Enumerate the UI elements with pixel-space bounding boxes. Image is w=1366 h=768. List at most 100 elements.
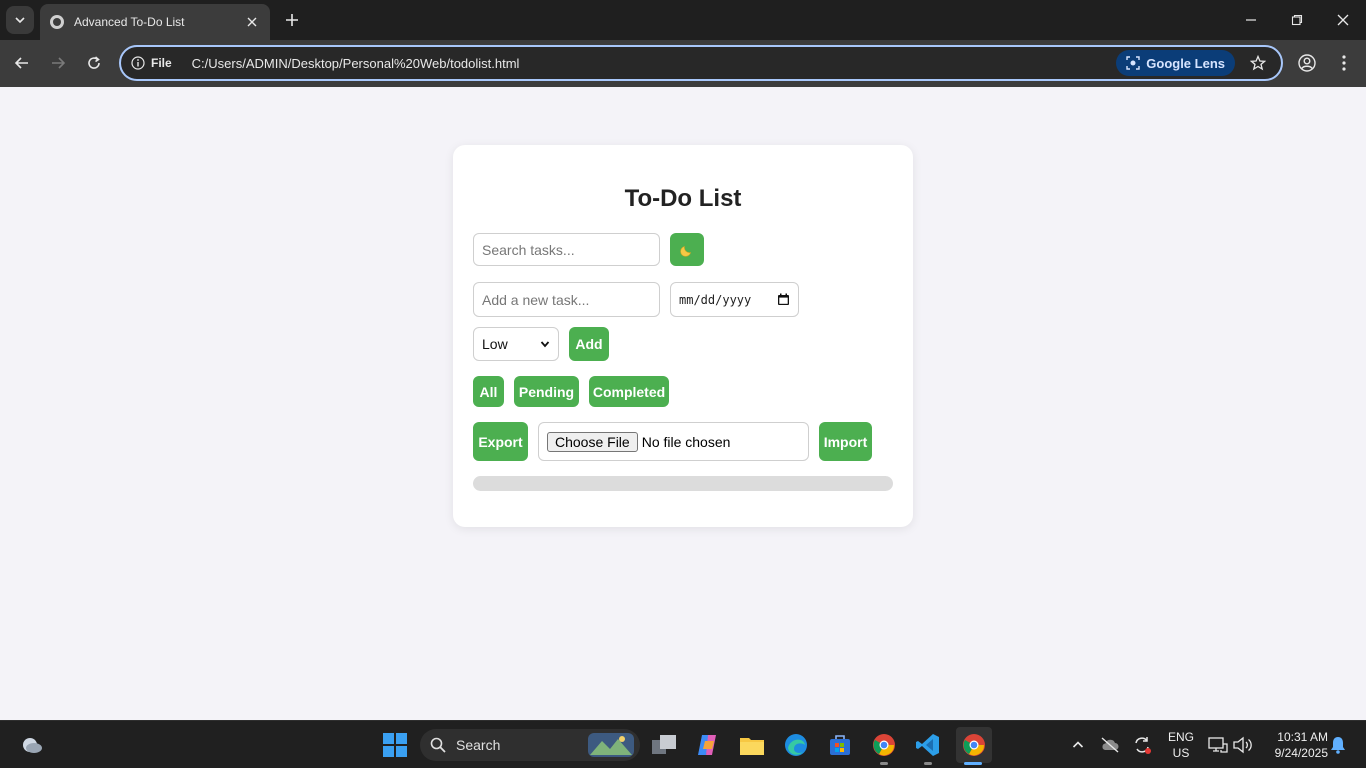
minimize-button[interactable] xyxy=(1228,0,1274,40)
add-task-button[interactable]: Add xyxy=(569,327,609,361)
minimize-icon xyxy=(1246,19,1256,21)
task-view-icon xyxy=(652,735,676,754)
store-icon xyxy=(830,735,850,755)
restore-button[interactable] xyxy=(1274,0,1320,40)
clock-date: 9/24/2025 xyxy=(1274,746,1328,760)
clock-time: 10:31 AM xyxy=(1277,730,1328,744)
volume-button[interactable] xyxy=(1230,729,1254,761)
lang-primary: ENG xyxy=(1167,730,1194,744)
window-close-button[interactable] xyxy=(1320,0,1366,40)
weather-icon xyxy=(23,738,42,753)
search-highlight-icon xyxy=(588,733,634,757)
reload-icon xyxy=(88,56,100,69)
close-icon xyxy=(1337,14,1349,26)
vscode-icon xyxy=(916,734,939,756)
page-title: To-Do List xyxy=(624,185,742,212)
choose-file-button[interactable]: Choose File xyxy=(547,431,638,452)
file-status: No file chosen xyxy=(641,433,731,450)
bookmark-button[interactable] xyxy=(1245,50,1271,76)
arrow-left-icon xyxy=(14,57,28,69)
copilot-icon xyxy=(698,735,716,755)
back-button[interactable] xyxy=(7,48,37,78)
show-hidden-icons-button[interactable] xyxy=(1066,729,1090,761)
google-lens-button[interactable]: Google Lens xyxy=(1116,50,1235,76)
input-language[interactable]: ENG US xyxy=(1162,729,1200,761)
bell-icon xyxy=(1331,737,1345,754)
browser-menu-button[interactable] xyxy=(1329,48,1359,78)
chevron-down-icon xyxy=(540,341,550,348)
tab-search-button[interactable] xyxy=(6,6,34,34)
taskbar-search[interactable]: Search xyxy=(420,729,640,761)
weather-widget[interactable] xyxy=(16,729,48,761)
chevron-down-icon xyxy=(15,17,25,24)
site-chip-label: File xyxy=(151,56,172,70)
chevron-up-icon xyxy=(1072,741,1084,748)
info-icon xyxy=(131,56,145,70)
vscode-button[interactable] xyxy=(912,729,944,761)
close-icon xyxy=(247,17,257,27)
page-viewport: To-Do List mm/dd/yyyy Low Add All Pendin… xyxy=(0,87,1366,720)
arrow-right-icon xyxy=(52,57,66,69)
taskbar-search-label: Search xyxy=(456,737,501,753)
clock[interactable]: 10:31 AM 9/24/2025 xyxy=(1262,729,1328,761)
copilot-button[interactable] xyxy=(692,729,724,761)
due-date-input[interactable]: mm/dd/yyyy xyxy=(670,282,799,317)
filter-all-button[interactable]: All xyxy=(473,376,504,407)
forward-button[interactable] xyxy=(43,48,73,78)
network-button[interactable] xyxy=(1206,729,1230,761)
reload-button[interactable] xyxy=(79,48,109,78)
progress-bar xyxy=(473,476,893,491)
restore-icon xyxy=(1291,14,1303,26)
volume-icon xyxy=(1233,736,1252,754)
store-button[interactable] xyxy=(824,729,856,761)
theme-toggle-button[interactable] xyxy=(670,233,704,266)
start-button[interactable] xyxy=(379,729,411,761)
edge-button[interactable] xyxy=(780,729,812,761)
profile-icon xyxy=(1298,54,1316,72)
browser-toolbar: File C:/Users/ADMIN/Desktop/Personal%20W… xyxy=(0,40,1366,87)
search-field[interactable] xyxy=(473,233,660,266)
more-vertical-icon xyxy=(1342,55,1346,71)
onedrive-button[interactable] xyxy=(1098,729,1122,761)
edge-icon xyxy=(785,734,807,756)
search-icon xyxy=(430,737,446,753)
running-indicator xyxy=(924,762,932,765)
sync-button[interactable] xyxy=(1130,729,1154,761)
network-icon xyxy=(1208,737,1228,753)
priority-selected: Low xyxy=(482,336,508,352)
moon-icon xyxy=(680,245,691,257)
filter-completed-button[interactable]: Completed xyxy=(589,376,669,407)
globe-icon xyxy=(50,15,64,29)
new-tab-button[interactable] xyxy=(280,8,304,32)
date-placeholder: mm/dd/yyyy xyxy=(679,292,752,307)
tab-close-button[interactable] xyxy=(244,14,260,30)
chrome-button-active[interactable] xyxy=(956,727,992,763)
file-input[interactable]: Choose File No file chosen xyxy=(538,422,809,461)
export-button[interactable]: Export xyxy=(473,422,528,461)
todo-card: To-Do List mm/dd/yyyy Low Add All Pendin… xyxy=(453,145,913,527)
lang-secondary: US xyxy=(1172,746,1190,760)
priority-select[interactable]: Low xyxy=(473,327,559,361)
running-indicator xyxy=(880,762,888,765)
calendar-icon[interactable] xyxy=(777,293,790,306)
task-view-button[interactable] xyxy=(648,729,680,761)
url-text[interactable]: C:/Users/ADMIN/Desktop/Personal%20Web/to… xyxy=(192,56,1117,71)
star-icon xyxy=(1250,55,1266,71)
lens-icon xyxy=(1126,56,1140,70)
browser-tab[interactable]: Advanced To-Do List xyxy=(40,4,270,40)
os-taskbar: Search ENG US 10:31 AM 9/24/2025 xyxy=(0,720,1366,768)
sync-icon xyxy=(1135,737,1151,754)
active-indicator xyxy=(964,762,982,765)
filter-pending-button[interactable]: Pending xyxy=(514,376,579,407)
address-bar[interactable]: File C:/Users/ADMIN/Desktop/Personal%20W… xyxy=(119,45,1283,81)
profile-button[interactable] xyxy=(1292,48,1322,78)
chrome-profile-button[interactable] xyxy=(868,729,900,761)
task-input[interactable] xyxy=(482,291,651,308)
windows-icon xyxy=(383,733,407,757)
import-button[interactable]: Import xyxy=(819,422,872,461)
file-explorer-button[interactable] xyxy=(736,729,768,761)
search-input[interactable] xyxy=(482,241,651,258)
notifications-button[interactable] xyxy=(1326,729,1350,761)
site-info-button[interactable]: File xyxy=(131,56,172,70)
task-field[interactable] xyxy=(473,282,660,317)
